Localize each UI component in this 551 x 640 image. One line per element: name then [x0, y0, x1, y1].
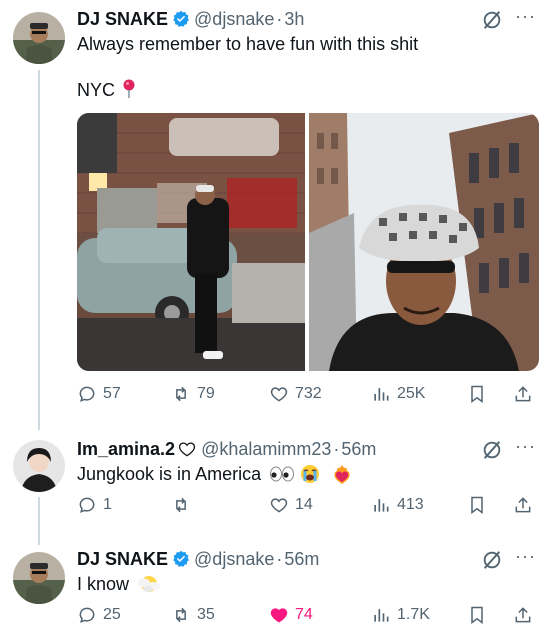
reply-button[interactable]: 1: [77, 495, 112, 515]
repost-count: 35: [197, 606, 215, 623]
author-name[interactable]: Im_amina.2: [77, 439, 175, 460]
post-actions: 1 14 413: [77, 495, 537, 521]
grok-icon[interactable]: [481, 549, 503, 571]
time-separator: ·: [333, 438, 340, 459]
repost-button[interactable]: 79: [171, 384, 215, 404]
reply-icon: [79, 497, 95, 513]
bookmark-button[interactable]: [467, 605, 487, 625]
post-time[interactable]: 3h: [284, 9, 304, 30]
share-button[interactable]: [513, 605, 533, 625]
share-icon: [515, 386, 531, 402]
share-button[interactable]: [513, 384, 533, 404]
verified-badge-icon: [173, 550, 189, 567]
avatar[interactable]: [13, 12, 65, 64]
views-button[interactable]: 1.7K: [371, 605, 430, 625]
reply-icon: [79, 607, 95, 623]
like-count: 14: [295, 496, 313, 513]
round-pushpin-icon: [123, 79, 135, 98]
location-text: NYC: [77, 80, 116, 100]
post-time[interactable]: 56m: [341, 439, 376, 460]
like-count: 732: [295, 385, 322, 402]
post-text: I know: [77, 574, 130, 594]
bookmark-button[interactable]: [467, 495, 487, 515]
white-heart-icon: [179, 442, 196, 457]
like-count: 74: [295, 606, 313, 623]
post-header: DJ SNAKE @djsnake · 56m: [77, 548, 319, 570]
author-name[interactable]: DJ SNAKE: [77, 9, 168, 30]
like-button[interactable]: 14: [269, 495, 313, 515]
post-text-row: Jungkook is in America: [77, 463, 353, 485]
time-separator: ·: [276, 548, 283, 569]
author-handle[interactable]: @khalamimm23: [201, 439, 331, 460]
eyes-icon: [270, 466, 295, 482]
author-handle[interactable]: @djsnake: [194, 9, 274, 30]
repost-count: 79: [197, 385, 215, 402]
bookmark-icon: [471, 385, 483, 403]
share-button[interactable]: [513, 495, 533, 515]
face-in-clouds-icon: [138, 576, 161, 592]
time-separator: ·: [276, 8, 283, 29]
views-count: 413: [397, 496, 424, 513]
post-text-line2: NYC: [77, 79, 136, 101]
author-handle[interactable]: @djsnake: [194, 549, 274, 570]
avatar[interactable]: [13, 440, 65, 492]
heart-filled-icon: [270, 608, 288, 623]
views-button[interactable]: 25K: [371, 384, 425, 404]
verified-badge-icon: [173, 10, 189, 27]
post-text: Jungkook is in America: [77, 464, 262, 484]
reply-count: 25: [103, 606, 121, 623]
views-icon: [374, 499, 389, 512]
author-name[interactable]: DJ SNAKE: [77, 549, 168, 570]
avatar[interactable]: [13, 552, 65, 604]
post-text-row: I know: [77, 573, 161, 595]
repost-button[interactable]: [171, 495, 197, 515]
reply-button[interactable]: 57: [77, 384, 121, 404]
more-options-icon[interactable]: ···: [515, 546, 536, 567]
grok-icon[interactable]: [481, 439, 503, 461]
thread-line: [38, 70, 40, 430]
like-button[interactable]: 732: [269, 384, 322, 404]
post-text: Always remember to have fun with this sh…: [77, 34, 419, 54]
loudly-crying-face-icon: [301, 465, 320, 483]
post-actions: 57 79 732 25K: [77, 384, 537, 410]
post-image-left[interactable]: [77, 113, 305, 371]
repost-icon: [176, 497, 186, 513]
repost-icon: [176, 386, 186, 402]
more-options-icon[interactable]: ···: [515, 6, 536, 27]
views-count: 25K: [397, 385, 426, 402]
repost-icon: [176, 607, 186, 623]
like-button[interactable]: 74: [269, 605, 313, 625]
bookmark-icon: [471, 606, 483, 624]
bookmark-button[interactable]: [467, 384, 487, 404]
post-header: Im_amina.2 @khalamimm23 · 56m: [77, 438, 376, 460]
post-time[interactable]: 56m: [284, 549, 319, 570]
views-icon: [374, 388, 389, 401]
grok-icon[interactable]: [481, 9, 503, 31]
post-image-right[interactable]: [309, 113, 539, 371]
heart-icon: [270, 387, 288, 402]
thread-line: [38, 497, 40, 545]
reply-count: 57: [103, 385, 121, 402]
views-count: 1.7K: [397, 606, 430, 623]
heart-on-fire-icon: [334, 465, 350, 484]
reply-count: 1: [103, 496, 112, 513]
bookmark-icon: [471, 496, 483, 514]
post-actions: 25 35 74 1.7K: [77, 605, 537, 631]
repost-button[interactable]: 35: [171, 605, 215, 625]
reply-button[interactable]: 25: [77, 605, 121, 625]
more-options-icon[interactable]: ···: [515, 436, 536, 457]
share-icon: [515, 607, 531, 623]
post-header: DJ SNAKE @djsnake · 3h: [77, 8, 304, 30]
share-icon: [515, 497, 531, 513]
heart-icon: [270, 498, 288, 513]
reply-icon: [79, 386, 95, 402]
views-icon: [374, 609, 389, 622]
views-button[interactable]: 413: [371, 495, 424, 515]
